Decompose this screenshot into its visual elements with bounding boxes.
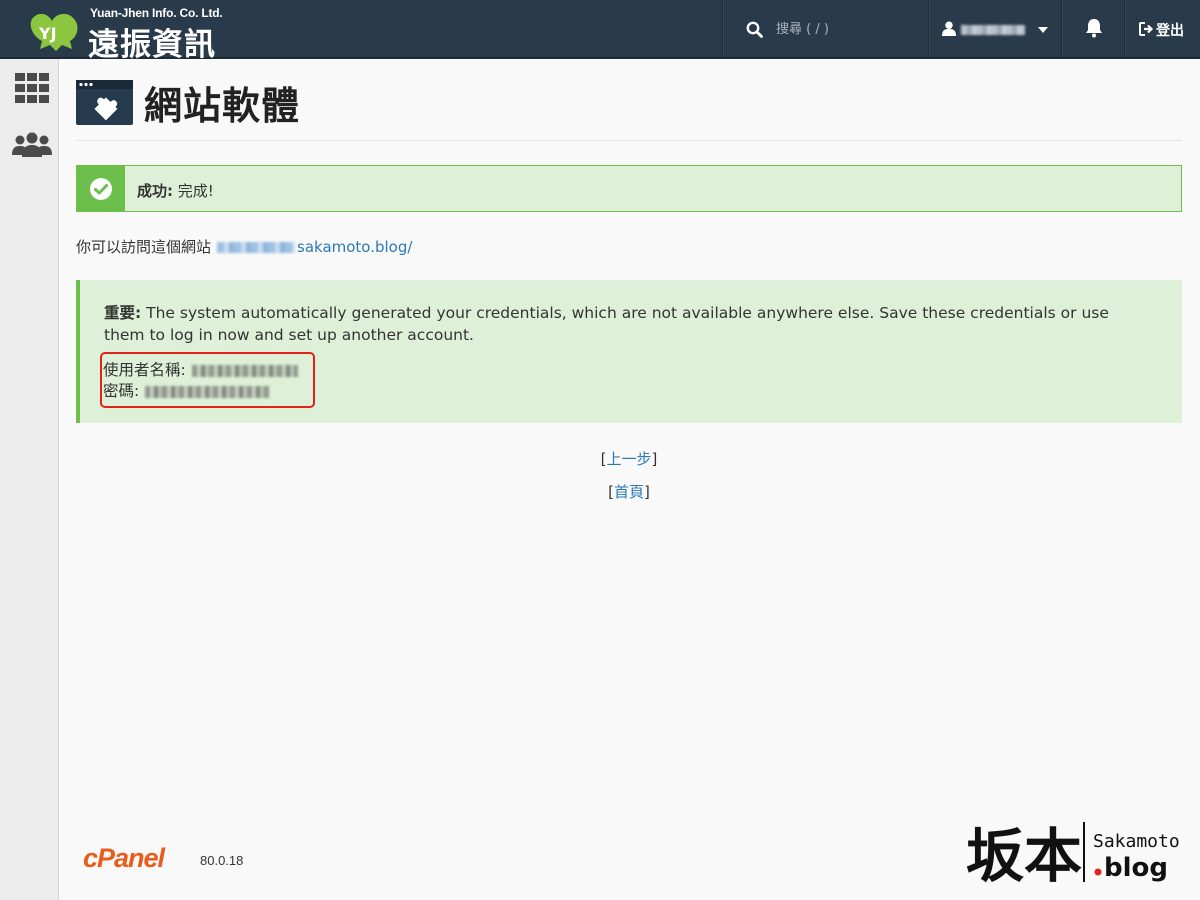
home-link[interactable]: 首頁 xyxy=(614,483,644,501)
bell-icon xyxy=(1086,19,1102,38)
back-link-row: [上一步] xyxy=(600,450,658,468)
credentials-highlight-box xyxy=(100,352,315,408)
redacted-subdomain xyxy=(217,242,296,253)
logout-icon xyxy=(1139,22,1154,36)
logout-button[interactable]: 登出 xyxy=(1125,0,1200,57)
navbar-divider xyxy=(722,0,723,57)
sakamoto-blog-watermark: 坂本 Sakamoto blog xyxy=(966,822,1180,890)
watermark-en: Sakamoto xyxy=(1093,831,1180,852)
logo-chinese-name: 遠振資訊 xyxy=(88,27,216,63)
company-logo[interactable]: YJ Yuan-Jhen Info. Co. Ltd. 遠振資訊 xyxy=(28,5,238,63)
credentials-alert: 重要: The system automatically generated y… xyxy=(76,280,1182,423)
important-message: The system automatically generated your … xyxy=(104,304,1109,344)
cpanel-logo[interactable]: cPanel xyxy=(83,843,195,873)
cpanel-logo-text: cPanel xyxy=(83,843,166,873)
top-navbar: YJ Yuan-Jhen Info. Co. Ltd. 遠振資訊 登出 xyxy=(0,0,1200,63)
success-alert-icon-area xyxy=(77,166,125,211)
search-icon xyxy=(746,21,763,38)
notifications-button[interactable] xyxy=(1062,0,1124,57)
user-icon xyxy=(942,21,956,36)
svg-text:YJ: YJ xyxy=(38,24,57,43)
logo-mark-icon: YJ xyxy=(30,13,78,51)
visit-site-line: 你可以訪問這個網站 sakamoto.blog/ xyxy=(76,236,412,257)
logo-english-name: Yuan-Jhen Info. Co. Ltd. xyxy=(90,6,223,20)
user-menu[interactable] xyxy=(929,0,1061,57)
website-software-icon xyxy=(76,80,133,125)
grid-icon[interactable] xyxy=(15,73,49,103)
important-notice: 重要: The system automatically generated y… xyxy=(104,303,1154,346)
search-box[interactable] xyxy=(724,0,928,57)
success-label: 成功: xyxy=(137,182,173,200)
success-message: 成功: 完成! xyxy=(137,180,214,201)
chevron-down-icon xyxy=(1038,27,1048,33)
cpanel-version: 80.0.18 xyxy=(200,853,244,868)
important-label: 重要: xyxy=(104,304,142,322)
check-circle-icon xyxy=(90,178,112,200)
success-alert: 成功: 完成! xyxy=(76,165,1182,212)
home-link-row: [首頁] xyxy=(608,483,650,501)
page-title: 網站軟體 xyxy=(144,84,301,128)
back-link[interactable]: 上一步 xyxy=(606,450,651,468)
watermark-blog: blog xyxy=(1104,853,1168,883)
left-sidebar xyxy=(0,59,59,900)
search-input[interactable] xyxy=(776,19,916,39)
users-icon[interactable] xyxy=(11,131,53,157)
watermark-zh: 坂本 xyxy=(966,822,1082,890)
title-divider xyxy=(76,140,1182,141)
site-url-link[interactable]: sakamoto.blog/ xyxy=(297,238,412,256)
logout-label: 登出 xyxy=(1156,23,1184,39)
visit-prefix: 你可以訪問這個網站 xyxy=(76,238,212,256)
success-detail: 完成! xyxy=(177,182,214,200)
username-redacted xyxy=(961,25,1025,35)
